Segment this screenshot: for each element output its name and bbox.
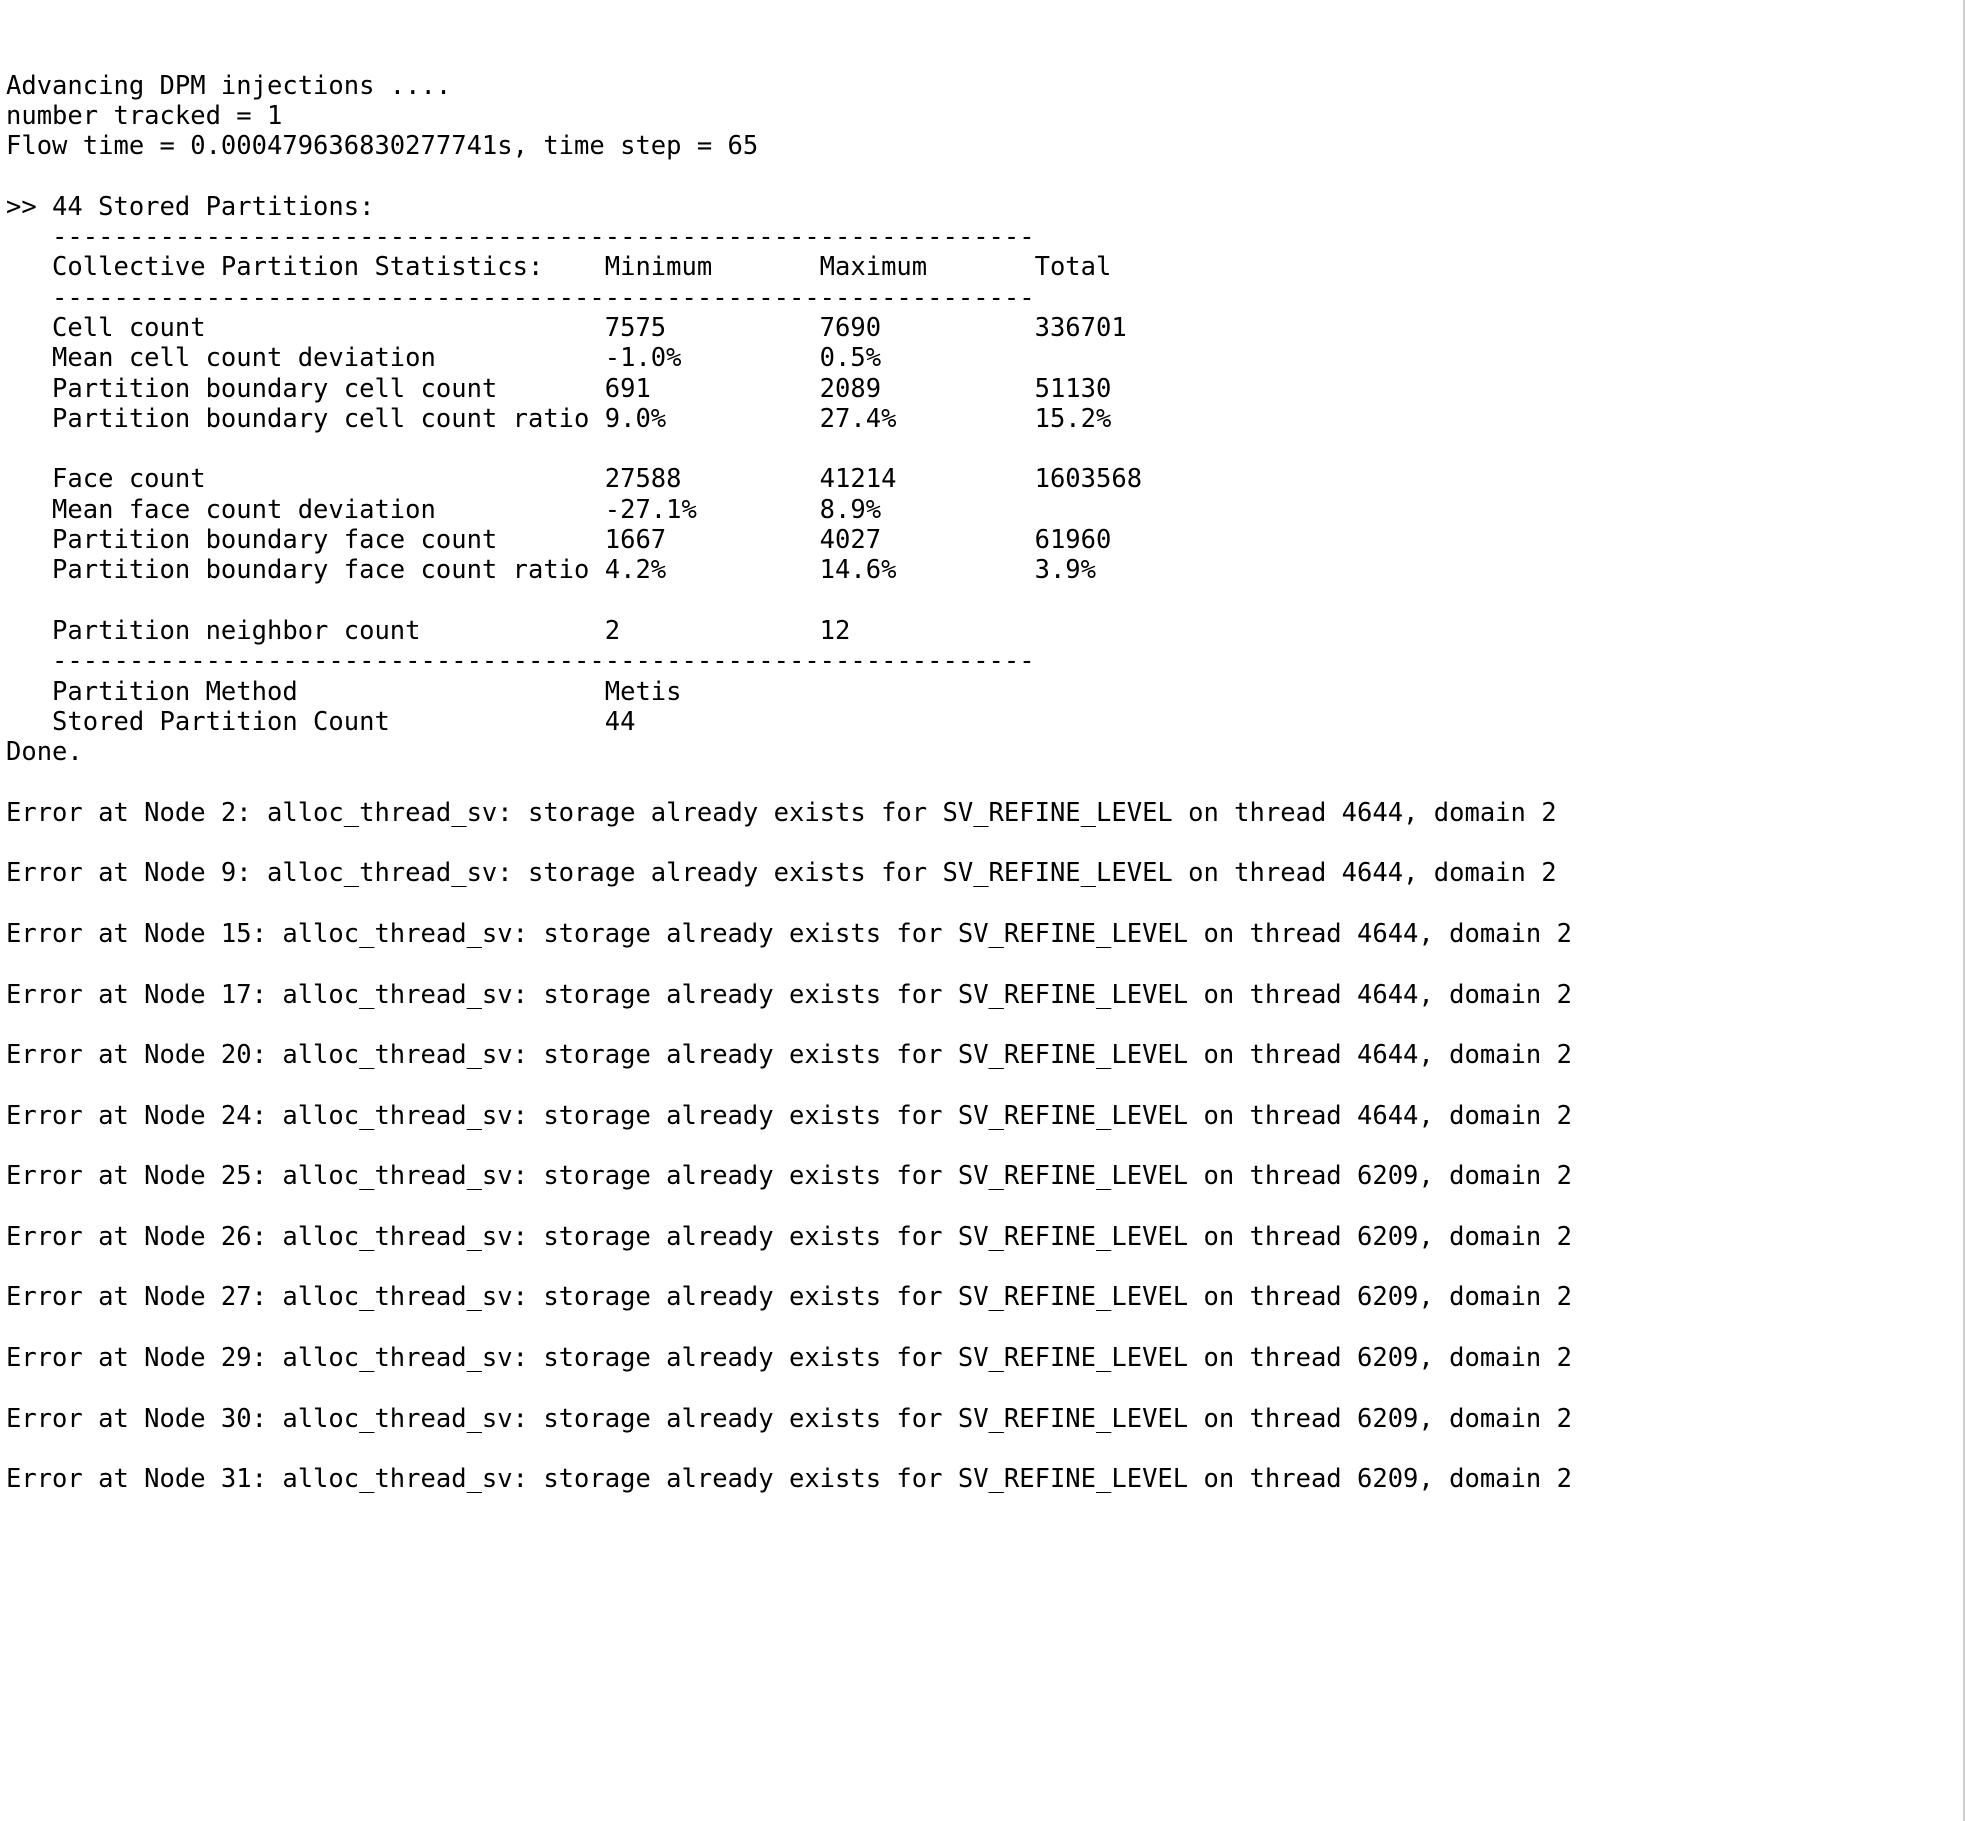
done-line: Done.: [6, 737, 83, 768]
face-stat-row: Partition boundary face count 1667 4027 …: [6, 525, 1112, 556]
number-tracked-line: number tracked = 1: [6, 100, 283, 131]
error-line: Error at Node 29: alloc_thread_sv: stora…: [6, 1343, 1572, 1374]
stored-partitions-title: >> 44 Stored Partitions:: [6, 191, 375, 222]
error-line-gap: [6, 1373, 1965, 1403]
error-line-gap: [6, 1192, 1965, 1222]
column-headers-row: Collective Partition Statistics: Minimum…: [6, 252, 1112, 283]
error-line: Error at Node 31: alloc_thread_sv: stora…: [6, 1464, 1572, 1495]
advancing-dpm-line: Advancing DPM injections ....: [6, 70, 452, 101]
error-line-gap: [6, 1252, 1965, 1282]
spacer-before-errors: [6, 767, 1965, 797]
error-line-gap: [6, 1313, 1965, 1343]
error-line-gap: [6, 1434, 1965, 1464]
cell-stat-row: Mean cell count deviation -1.0% 0.5%: [6, 343, 1035, 374]
error-line: Error at Node 26: alloc_thread_sv: stora…: [6, 1221, 1572, 1252]
error-line: Error at Node 30: alloc_thread_sv: stora…: [6, 1403, 1572, 1434]
cell-stat-row: Partition boundary cell count ratio 9.0%…: [6, 403, 1112, 434]
neighbor-stat-row: Partition neighbor count 2 12: [6, 615, 1035, 646]
error-line: Error at Node 20: alloc_thread_sv: stora…: [6, 1040, 1572, 1071]
spacer-face-neighbor: [6, 586, 1965, 616]
error-line: Error at Node 9: alloc_thread_sv: storag…: [6, 858, 1557, 889]
spacer-cell-face: [6, 434, 1965, 464]
error-line: Error at Node 24: alloc_thread_sv: stora…: [6, 1100, 1572, 1131]
error-line-gap: [6, 1010, 1965, 1040]
error-line-gap: [6, 949, 1965, 979]
error-line: Error at Node 25: alloc_thread_sv: stora…: [6, 1161, 1572, 1192]
error-line-gap: [6, 828, 1965, 858]
rule-bottom: ----------------------------------------…: [6, 646, 1035, 677]
cell-stat-row: Cell count 7575 7690 336701: [6, 312, 1127, 343]
error-line-gap: [6, 1131, 1965, 1161]
cell-stat-row: Partition boundary cell count 691 2089 5…: [6, 373, 1112, 404]
face-stat-row: Partition boundary face count ratio 4.2%…: [6, 555, 1097, 586]
rule-top: ----------------------------------------…: [6, 222, 1035, 253]
method-row: Partition Method Metis: [6, 676, 682, 707]
error-line: Error at Node 27: alloc_thread_sv: stora…: [6, 1282, 1572, 1313]
error-line: Error at Node 17: alloc_thread_sv: stora…: [6, 979, 1572, 1010]
error-line-gap: [6, 1070, 1965, 1100]
solver-console-output[interactable]: Advancing DPM injections .... number trac…: [0, 0, 1965, 1821]
flow-time-line: Flow time = 0.000479636830277741s, time …: [6, 131, 759, 162]
error-line: Error at Node 2: alloc_thread_sv: storag…: [6, 797, 1557, 828]
error-line-gap: [6, 889, 1965, 919]
error-line: Error at Node 15: alloc_thread_sv: stora…: [6, 918, 1572, 949]
rule-mid: ----------------------------------------…: [6, 282, 1035, 313]
method-row: Stored Partition Count 44: [6, 706, 636, 737]
spacer-after-header: [6, 161, 1965, 191]
face-stat-row: Mean face count deviation -27.1% 8.9%: [6, 494, 1035, 525]
face-stat-row: Face count 27588 41214 1603568: [6, 464, 1143, 495]
